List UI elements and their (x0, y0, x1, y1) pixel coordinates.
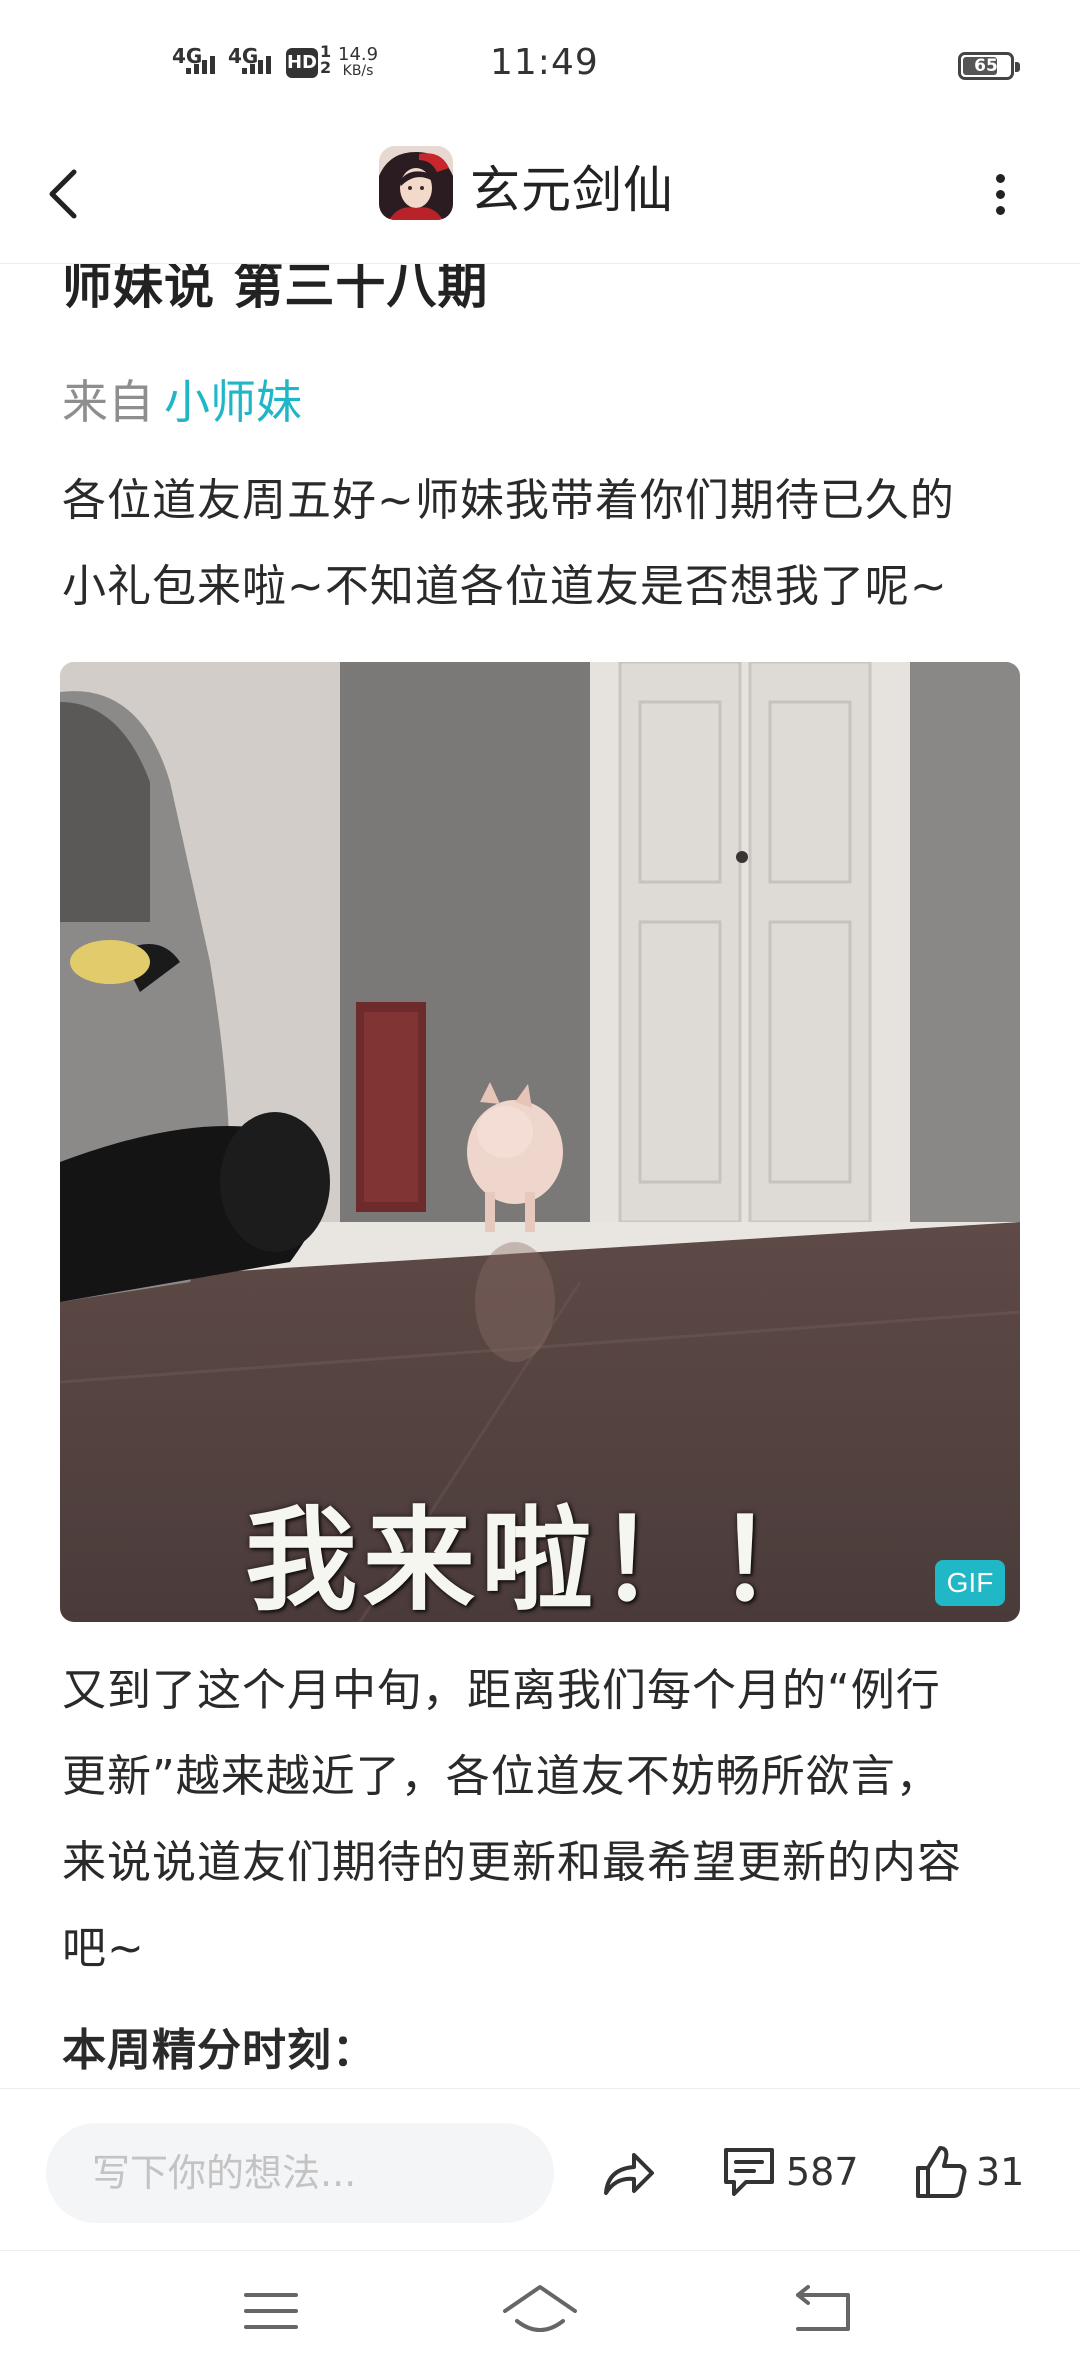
body-line: 吧~ (62, 1923, 145, 1974)
home-icon (503, 2285, 577, 2332)
hd-sub-label: 1 2 (320, 42, 332, 77)
comment-icon (724, 2148, 774, 2196)
gif-caption: 我来啦！！ (245, 1496, 835, 1626)
chevron-left-icon (49, 169, 77, 219)
share-icon (604, 2153, 654, 2195)
app-header: 玄元剑仙 (0, 122, 1080, 264)
menu-icon (244, 2293, 298, 2329)
author-prefix: 来自 (62, 375, 154, 429)
back-icon (796, 2285, 850, 2331)
game-title: 玄元剑仙 (470, 161, 674, 219)
comment-input[interactable] (46, 2123, 554, 2223)
body-line: 更新”越来越近了，各位道友不妨畅所欲言， (62, 1751, 941, 1802)
network-speed: 14.9 KB/s (338, 46, 378, 80)
author-line: 来自 小师妹 (62, 366, 302, 432)
game-avatar-image (379, 146, 453, 220)
back-button[interactable] (38, 162, 98, 226)
status-bar: 4G 4G HD 1 2 14.9 KB/s 11:49 65 (0, 0, 1080, 120)
clock: 11:49 (490, 42, 599, 83)
game-avatar[interactable] (379, 146, 453, 220)
page: 4G 4G HD 1 2 14.9 KB/s 11:49 65 师妹说 第三十八… (0, 0, 1080, 2376)
action-bar: 587 31 (0, 2088, 1080, 2250)
comment-count: 587 (786, 2150, 859, 2194)
more-options-button[interactable] (975, 160, 1025, 226)
share-button[interactable] (598, 2143, 658, 2203)
battery-level: 65 (974, 56, 998, 76)
like-button[interactable]: 31 (914, 2139, 1024, 2205)
author-link[interactable]: 小师妹 (164, 375, 302, 429)
intro-line: 小礼包来啦~不知道各位道友是否想我了呢~ (62, 561, 948, 612)
hd-voice-icon: HD (286, 48, 318, 78)
intro-line: 各位道友周五好~师妹我带着你们期待已久的 (62, 475, 955, 526)
thumbs-up-icon (916, 2146, 967, 2198)
like-count: 31 (976, 2150, 1025, 2194)
gif-badge: GIF (935, 1560, 1005, 1606)
intro-paragraph: 各位道友周五好~师妹我带着你们期待已久的 小礼包来啦~不知道各位道友是否想我了呢… (62, 458, 1030, 630)
comments-button[interactable]: 587 (720, 2139, 859, 2205)
system-nav-bar (0, 2250, 1080, 2376)
body-line: 又到了这个月中旬，距离我们每个月的“例行 (62, 1665, 941, 1716)
battery-icon: 65 (958, 52, 1020, 80)
body-line: 来说说道友们期待的更新和最希望更新的内容 (62, 1837, 962, 1888)
body-paragraph: 又到了这个月中旬，距离我们每个月的“例行 更新”越来越近了，各位道友不妨畅所欲言… (62, 1648, 1030, 1992)
section-heading: 本周精分时刻： (62, 2025, 377, 2076)
speed-unit: KB/s (342, 63, 374, 79)
nav-menu-button[interactable] (226, 2281, 316, 2341)
nav-back-button[interactable] (778, 2281, 868, 2341)
speed-value: 14.9 (338, 44, 379, 65)
nav-home-button[interactable] (495, 2281, 585, 2341)
